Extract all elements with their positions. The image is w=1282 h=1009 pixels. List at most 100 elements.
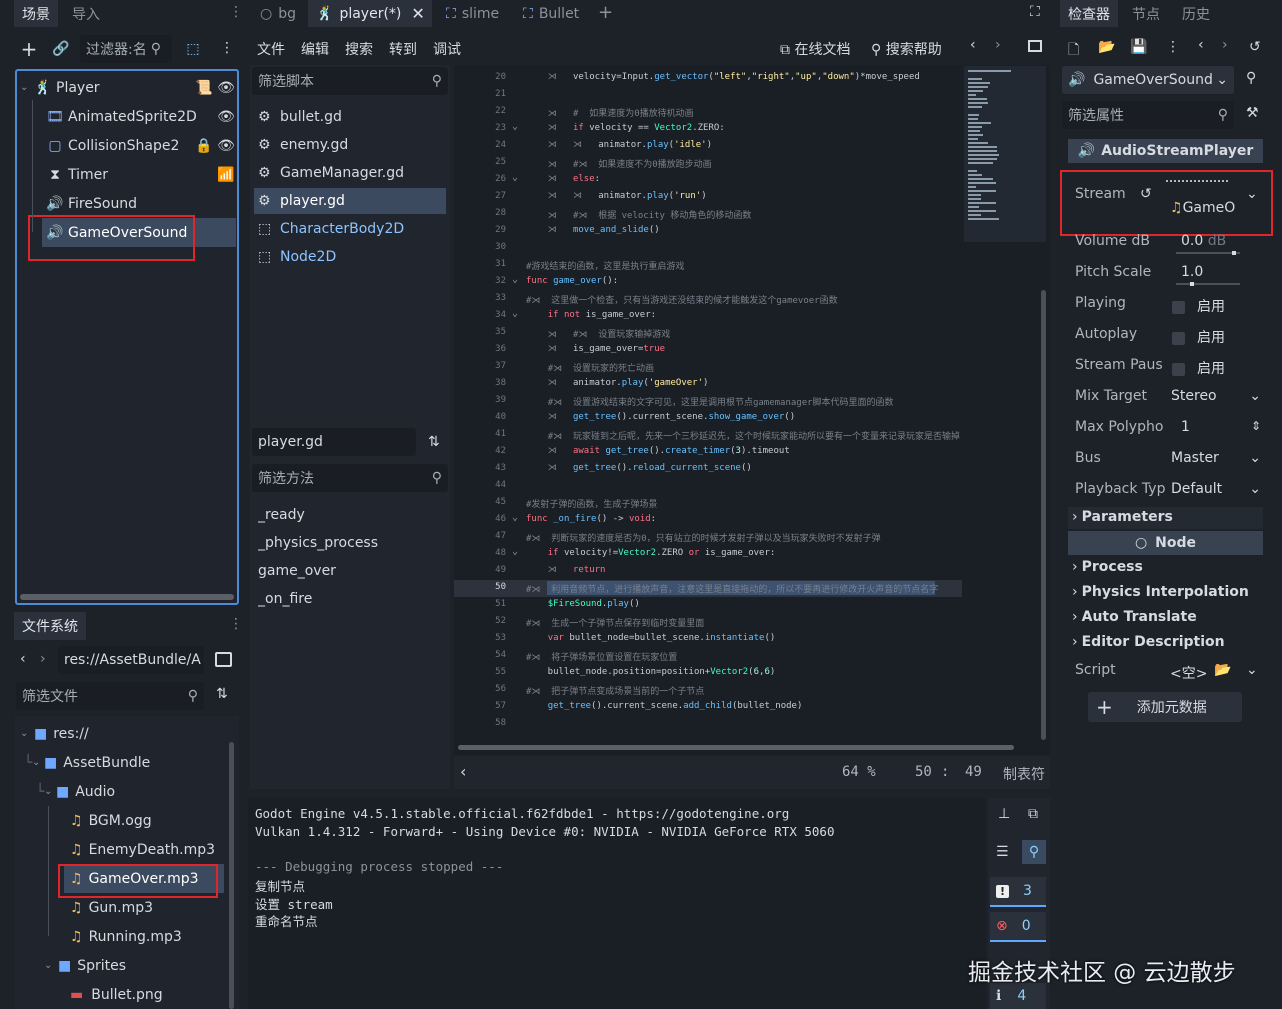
script-list-item[interactable]: ⬚ Node2D (254, 244, 446, 270)
scene-tree-scrollbar[interactable] (20, 594, 234, 600)
code-line[interactable]: ⋊ #⋊ 如果速度不为0播放跑步动画 (526, 157, 712, 170)
code-line[interactable]: ⋊ ⋊ animator.play('run') (526, 191, 707, 201)
collapse-arrow-icon[interactable]: ⌄ (44, 960, 58, 971)
file-row-running[interactable]: ♫ Running.mp3 (70, 922, 232, 951)
tab-player[interactable]: 🕺 player(*) ✕ (308, 0, 432, 27)
method-list-item[interactable]: _physics_process (258, 530, 444, 556)
add-tab-icon[interactable]: + (598, 2, 613, 23)
code-line[interactable]: get_tree().current_scene.add_child(bulle… (526, 701, 803, 711)
layout-toggle-icon[interactable] (215, 652, 232, 667)
tree-row-timer[interactable]: ⧗ Timer 📶 (46, 160, 239, 189)
code-line[interactable]: ⋊ return (526, 565, 606, 575)
code-line[interactable]: func _on_fire() -> void: (526, 514, 656, 524)
sort-icon[interactable]: ⇅ (216, 686, 228, 702)
toggle-panel-icon[interactable] (1028, 40, 1042, 52)
script-list-item[interactable]: ⚙ bullet.gd (254, 104, 446, 130)
lock-icon[interactable]: 🔒 (195, 137, 213, 155)
code-line[interactable]: bullet_node.position=position+Vector2(6,… (526, 667, 776, 677)
tab-scene[interactable]: 场景 (14, 0, 58, 27)
zoom-level[interactable]: 64 % (842, 764, 876, 780)
inspector-menu-icon[interactable]: ⋮ (1166, 39, 1180, 55)
node-selector[interactable]: 🔊 GameOverSound ⌄ (1062, 66, 1234, 94)
dock-menu-icon[interactable]: ⋮ (229, 616, 243, 632)
prop-maxpolyphony-spinbox[interactable]: 1 ⇕ (1181, 419, 1261, 435)
collapse-arrow-icon[interactable]: ⌄ (44, 786, 56, 797)
dock-menu-icon[interactable]: ⋮ (229, 4, 243, 20)
code-line[interactable]: ⋊ velocity=Input.get_vector("left","righ… (526, 72, 920, 82)
back-arrow-icon[interactable]: ‹ (20, 651, 26, 667)
method-list-item[interactable]: _on_fire (258, 586, 444, 612)
code-line[interactable]: #⋊ 判断玩家的速度是否为0，只有站立的时候才发射子弹以及当玩家失败时不发射子弹 (526, 531, 881, 544)
tree-row-animatedsprite[interactable]: 🎞 AnimatedSprite2D 👁 (46, 102, 239, 131)
code-line[interactable]: ⋊ # 如果速度为0播放待机动画 (526, 106, 694, 119)
save-icon[interactable]: 💾 (1130, 39, 1147, 55)
fold-arrow-icon[interactable]: ⌄ (512, 274, 518, 285)
script-list-item[interactable]: ⚙ GameManager.gd (254, 160, 446, 186)
sort-icon[interactable]: ⇅ (428, 434, 440, 450)
checkbox[interactable] (1172, 300, 1185, 314)
checkbox[interactable] (1172, 331, 1185, 345)
path-input[interactable]: res://AssetBundle/A (58, 646, 204, 674)
filter-warnings-button[interactable]: ⊗ 0 (990, 912, 1046, 942)
tab-filesystem[interactable]: 文件系统 (14, 612, 86, 640)
menu-goto[interactable]: 转到 (389, 39, 417, 59)
fold-arrow-icon[interactable]: ⌄ (512, 121, 518, 132)
tree-row-firesound[interactable]: 🔊 FireSound (46, 189, 239, 218)
property-filter-input[interactable]: 筛选属性 ⚲ (1062, 101, 1234, 129)
tree-row-collisionshape[interactable]: ▢ CollisionShape2 🔒 👁 (46, 131, 239, 160)
file-row-audio[interactable]: └ ⌄ ■ Audio (36, 777, 232, 806)
code-line[interactable]: #⋊ 将子弹场景位置设置在玩家位置 (526, 650, 677, 663)
section-auto-translate[interactable]: › Auto Translate (1072, 609, 1197, 625)
close-icon[interactable]: ✕ (411, 4, 424, 23)
prev-object-icon[interactable]: ‹ (1198, 37, 1204, 53)
property-tools-icon[interactable]: ⚒ (1246, 105, 1259, 121)
collapse-arrow-icon[interactable]: ⌄ (20, 728, 34, 739)
code-line[interactable]: func game_over(): (526, 276, 618, 286)
code-line[interactable]: #⋊ 设置游戏结束的文字可见，这里是调用根节点gamemanager脚本代码里面… (526, 395, 894, 408)
prop-streampaused-checkbox[interactable]: 启用 (1172, 358, 1225, 378)
method-list-item[interactable]: game_over (258, 558, 444, 584)
prop-playing-checkbox[interactable]: 启用 (1172, 296, 1225, 316)
file-row-bgm[interactable]: ♫ BGM.ogg (70, 806, 232, 835)
script-value[interactable]: <空> (1170, 663, 1207, 683)
code-line[interactable]: ⋊ #⋊ 设置玩家输掉游戏 (526, 327, 671, 340)
code-line[interactable]: #⋊ 利用音频节点，进行播放声音，注意这里是直接拖动的，所以不要再进行修改开火声… (526, 582, 938, 595)
collapse-panel-icon[interactable]: ‹ (460, 762, 466, 781)
scene-filter-input[interactable]: 过滤器:名 ⚲ (80, 35, 172, 63)
file-row-gun[interactable]: ♫ Gun.mp3 (70, 893, 232, 922)
method-list-item[interactable]: _ready (258, 502, 444, 528)
script-list-item[interactable]: ⚙ player.gd (254, 188, 446, 214)
add-node-icon[interactable]: + (20, 37, 38, 61)
collapse-arrow-icon[interactable]: ⌄ (32, 757, 44, 768)
script-filter-input[interactable]: 筛选脚本 ⚲ (252, 67, 448, 95)
filter-errors-button[interactable]: ! 3 (990, 877, 1046, 907)
next-object-icon[interactable]: › (1222, 37, 1228, 53)
tab-inspector[interactable]: 检查器 (1060, 0, 1118, 27)
instance-scene-icon[interactable]: ⬚ (184, 40, 202, 58)
code-line[interactable]: ⋊ ⋊ animator.play('idle') (526, 140, 712, 150)
prop-mixtarget-select[interactable]: Stereo ⌄ (1171, 388, 1261, 404)
pitch-slider[interactable] (1176, 282, 1240, 286)
file-row-bullet[interactable]: ▬ Bullet.png (70, 980, 232, 1009)
code-line[interactable]: #⋊ 把子弹节点变成场景当前的一个子节点 (526, 684, 704, 697)
tab-import[interactable]: 导入 (64, 0, 108, 27)
checkbox[interactable] (1172, 362, 1185, 376)
tab-bg[interactable]: ○ bg (252, 0, 304, 27)
chevron-down-icon[interactable]: ⌄ (1246, 662, 1258, 678)
tab-bullet[interactable]: ⛶ Bullet (515, 0, 587, 27)
chevron-down-icon[interactable]: ⌄ (1246, 186, 1258, 202)
indent-mode[interactable]: 制表符 (1003, 764, 1045, 784)
code-v-scrollbar[interactable] (1041, 290, 1046, 740)
menu-debug[interactable]: 调试 (433, 39, 461, 59)
code-line[interactable]: if velocity!=Vector2.ZERO or is_game_ove… (526, 548, 776, 558)
load-folder-icon[interactable]: 📂 (1214, 662, 1231, 678)
tab-history[interactable]: 历史 (1174, 0, 1218, 27)
prop-pitch-value[interactable]: 1.0 (1181, 264, 1203, 280)
search-help-button[interactable]: ⚲ 搜索帮助 (871, 39, 942, 59)
fold-arrow-icon[interactable]: ⌄ (512, 172, 518, 183)
code-line[interactable]: #⋊ 设置玩家的死亡动画 (526, 361, 654, 374)
prev-script-icon[interactable]: ‹ (970, 37, 976, 53)
code-line[interactable]: #⋊ 生成一个子弹节点保存到临时变量里面 (526, 616, 704, 629)
tree-row-player[interactable]: ⌄ 🕺 Player 📜 👁 (20, 73, 239, 102)
code-h-scrollbar[interactable] (458, 745, 1014, 750)
